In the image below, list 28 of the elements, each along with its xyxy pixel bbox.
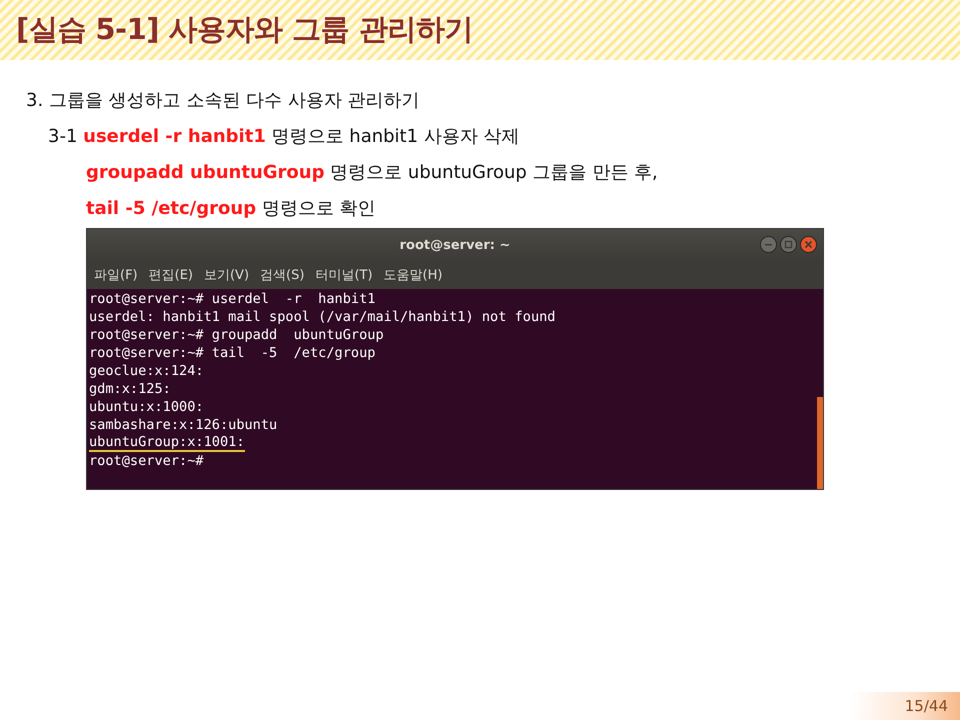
instruction-text: tail -5 /etc/group 명령으로 확인 — [85, 197, 377, 221]
terminal-line: root@server:~# groupadd ubuntuGroup — [89, 326, 384, 344]
terminal-line: root@server:~# — [89, 452, 204, 470]
minimize-button[interactable] — [760, 236, 777, 253]
close-button[interactable] — [800, 236, 817, 253]
instruction-text: 3. 그룹을 생성하고 소속된 다수 사용자 관리하기 — [26, 89, 421, 113]
menu-item[interactable]: 검색(S) — [260, 266, 304, 284]
terminal-line: gdm:x:125: — [89, 380, 171, 398]
slide-title: [실습 5-1] 사용자와 그룹 관리하기 — [16, 11, 473, 48]
instruction-text: 3-1 userdel -r hanbit1 명령으로 hanbit1 사용자 삭제 — [47, 125, 521, 149]
terminal-line: root@server:~# tail -5 /etc/group — [89, 344, 376, 362]
window-title: root@server: ~ — [400, 238, 510, 252]
terminal-line: sambashare:x:126:ubuntu — [89, 416, 278, 434]
terminal-line: root@server:~# userdel -r hanbit1 — [89, 290, 376, 308]
instruction-text: groupadd ubuntuGroup 명령으로 ubuntuGroup 그룹을 만든 후, — [85, 161, 659, 185]
underlined-output-line: ubuntuGroup:x:1001: — [89, 434, 244, 452]
menu-item[interactable]: 파일(F) — [94, 266, 138, 284]
terminal-line: userdel: hanbit1 mail spool (/var/mail/hanbit1) not found — [89, 308, 556, 326]
menu-item[interactable]: 편집(E) — [148, 266, 193, 284]
maximize-button[interactable] — [780, 236, 797, 253]
maximize-icon — [784, 240, 793, 249]
menu-item[interactable]: 터미널(T) — [315, 266, 373, 284]
scrollbar-thumb[interactable] — [817, 397, 823, 489]
menu-item[interactable]: 도움말(H) — [384, 266, 442, 284]
terminal-line: geoclue:x:124: — [89, 362, 204, 380]
close-icon — [804, 240, 813, 249]
menu-item[interactable]: 보기(V) — [204, 266, 250, 284]
terminal-line: ubuntu:x:1000: — [89, 398, 204, 416]
